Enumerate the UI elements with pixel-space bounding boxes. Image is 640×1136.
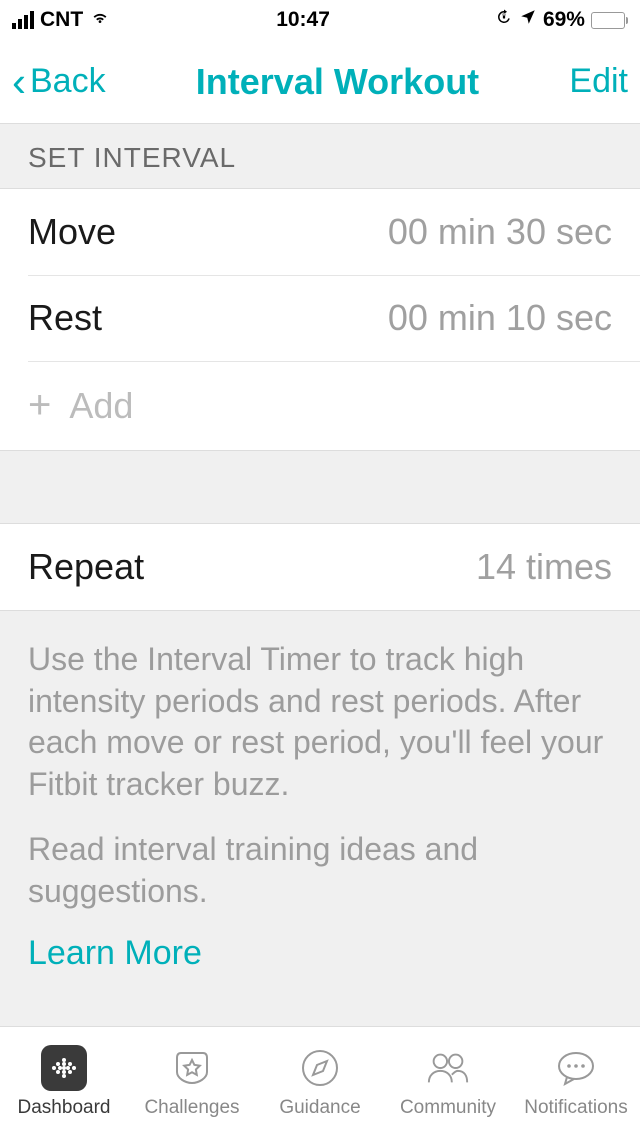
nav-bar: ‹ Back Interval Workout Edit — [0, 40, 640, 124]
learn-more-link[interactable]: Learn More — [28, 931, 612, 975]
star-badge-icon — [169, 1045, 215, 1091]
battery-icon — [591, 12, 628, 29]
tab-notifications[interactable]: Notifications — [512, 1027, 640, 1136]
chat-icon — [553, 1045, 599, 1091]
dashboard-icon — [41, 1045, 87, 1091]
tab-bar: Dashboard Challenges Guidance Community … — [0, 1026, 640, 1136]
interval-list: Move 00 min 30 sec Rest 00 min 10 sec + … — [0, 188, 640, 451]
row-value: 00 min 10 sec — [388, 297, 612, 339]
tab-label: Community — [400, 1097, 496, 1119]
carrier-label: CNT — [40, 8, 83, 32]
tab-label: Notifications — [524, 1097, 628, 1119]
row-repeat[interactable]: Repeat 14 times — [0, 523, 640, 611]
tab-label: Dashboard — [18, 1097, 111, 1119]
row-value: 14 times — [476, 546, 612, 588]
row-move[interactable]: Move 00 min 30 sec — [0, 189, 640, 275]
row-label: Move — [28, 211, 116, 253]
row-value: 00 min 30 sec — [388, 211, 612, 253]
info-paragraph: Read interval training ideas and suggest… — [28, 829, 612, 912]
section-header-set-interval: SET INTERVAL — [0, 124, 640, 188]
tab-dashboard[interactable]: Dashboard — [0, 1027, 128, 1136]
battery-percent-label: 69% — [543, 8, 585, 32]
rotation-lock-icon — [495, 8, 513, 32]
back-label: Back — [30, 62, 106, 101]
wifi-icon — [89, 6, 111, 34]
tab-guidance[interactable]: Guidance — [256, 1027, 384, 1136]
location-icon — [519, 8, 537, 32]
tab-label: Challenges — [144, 1097, 239, 1119]
edit-button[interactable]: Edit — [569, 62, 628, 101]
tab-community[interactable]: Community — [384, 1027, 512, 1136]
row-label: Rest — [28, 297, 102, 339]
section-gap — [0, 451, 640, 523]
add-label: Add — [69, 385, 133, 427]
row-add[interactable]: + Add — [0, 361, 640, 450]
people-icon — [425, 1045, 471, 1091]
compass-icon — [297, 1045, 343, 1091]
tab-label: Guidance — [279, 1097, 360, 1119]
cellular-signal-icon — [12, 11, 34, 29]
plus-icon: + — [28, 383, 51, 428]
page-title: Interval Workout — [196, 61, 479, 103]
tab-challenges[interactable]: Challenges — [128, 1027, 256, 1136]
row-rest[interactable]: Rest 00 min 10 sec — [0, 275, 640, 361]
status-bar: CNT 10:47 69% — [0, 0, 640, 40]
row-label: Repeat — [28, 546, 144, 588]
back-button[interactable]: ‹ Back — [12, 61, 106, 103]
chevron-left-icon: ‹ — [12, 61, 26, 103]
clock-label: 10:47 — [276, 8, 330, 32]
info-paragraph: Use the Interval Timer to track high int… — [28, 639, 612, 805]
